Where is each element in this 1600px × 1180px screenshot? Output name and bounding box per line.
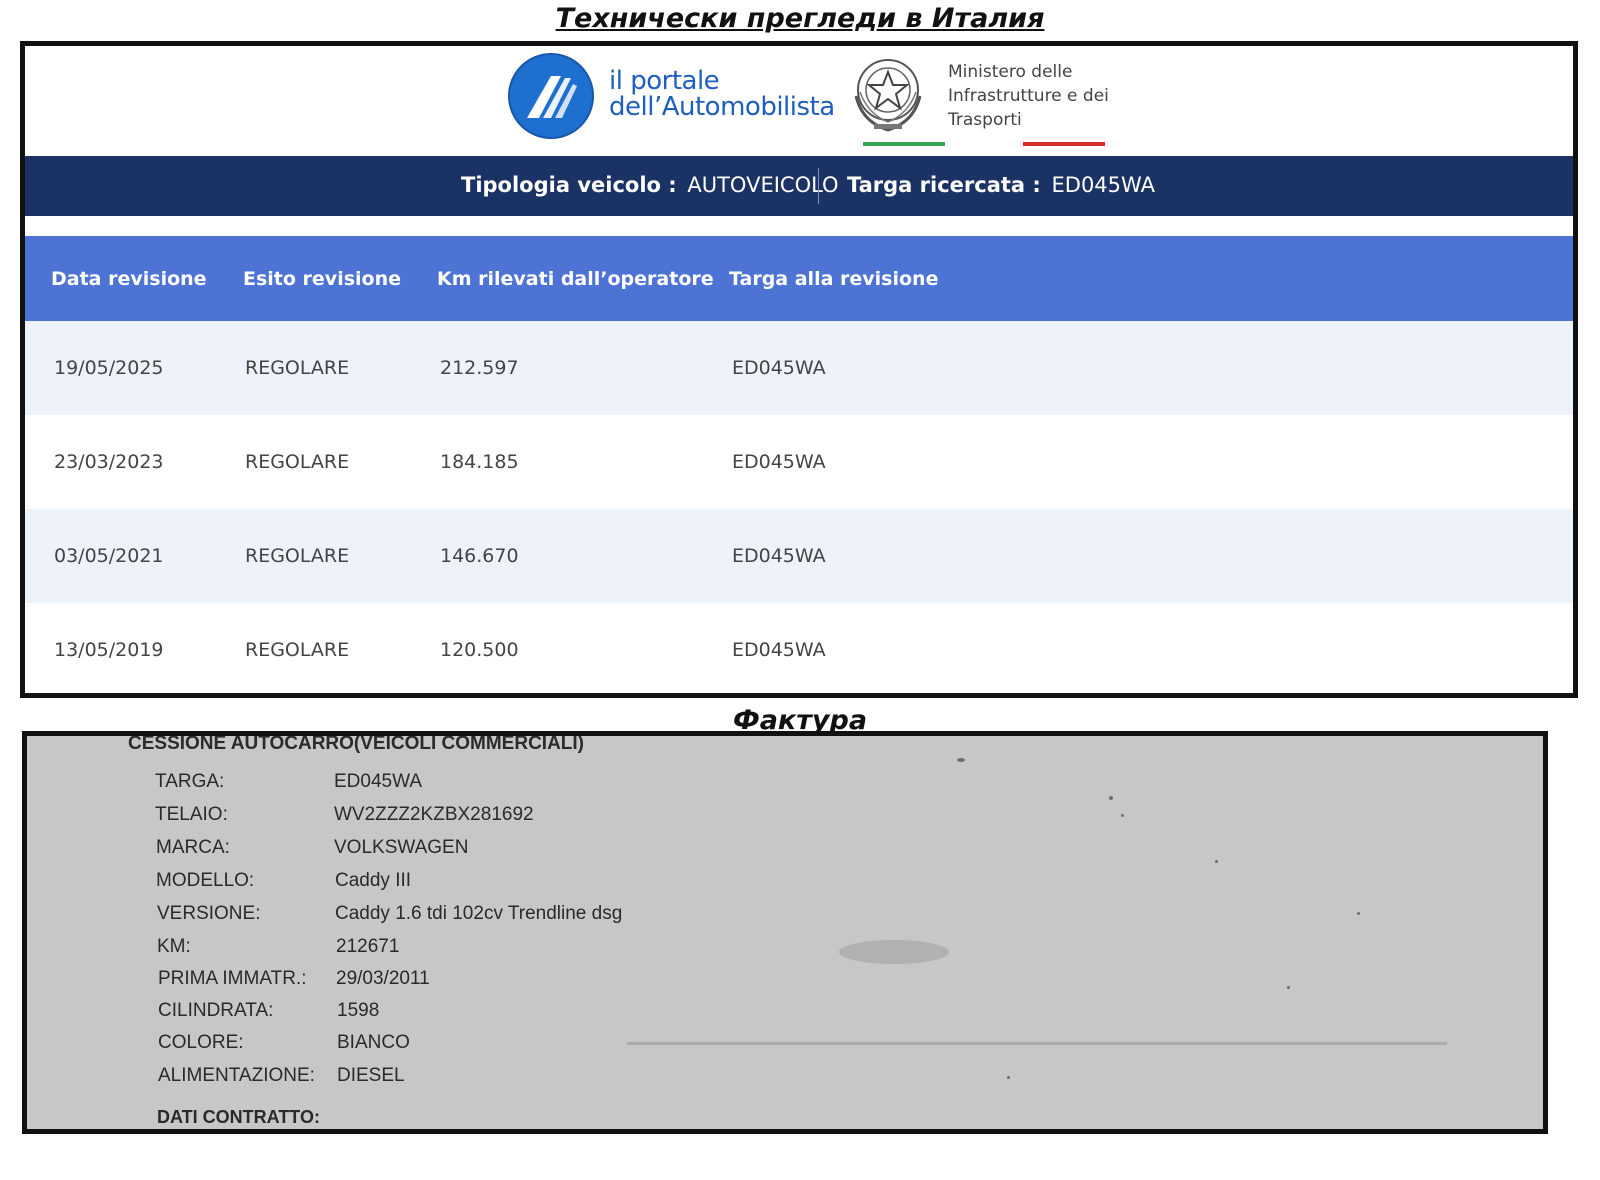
cell-km: 120.500	[440, 639, 519, 661]
invoice-field-label: TELAIO:	[155, 804, 228, 825]
invoice-field-label: TARGA:	[155, 771, 225, 792]
invoice-field-value: Caddy 1.6 tdi 102cv Trendline dsg	[335, 903, 623, 924]
ministero-name: Ministero delle Infrastrutture e dei Tra…	[948, 60, 1109, 132]
vehicle-bar-divider	[818, 168, 819, 204]
cell-outcome: REGOLARE	[245, 451, 350, 473]
invoice-field-value: 1598	[337, 1000, 380, 1021]
ministero-line3: Trasporti	[948, 110, 1022, 130]
column-header-plate: Targa alla revisione	[729, 268, 939, 290]
cell-plate: ED045WA	[732, 357, 826, 379]
flag-stripe-red	[1023, 142, 1105, 146]
invoice-field-label: MARCA:	[156, 837, 230, 858]
searched-plate-label: Targa ricercata :	[847, 173, 1041, 197]
paper-speck	[1007, 1076, 1010, 1079]
paper-streak	[627, 1042, 1447, 1045]
italian-republic-emblem-icon	[854, 59, 922, 132]
vehicle-type-value: AUTOVEICOLO	[687, 173, 839, 197]
invoice-field-label: ALIMENTAZIONE:	[158, 1065, 315, 1086]
paper-speck	[1215, 860, 1218, 863]
inspection-panel: il portale dell’Automobilista Ministero …	[20, 41, 1578, 698]
invoice-field-label: PRIMA IMMATR.:	[158, 968, 307, 989]
column-header-km: Km rilevati dall’operatore	[437, 268, 714, 290]
invoice-heading: CESSIONE AUTOCARRO(VEICOLI COMMERCIALI)	[128, 733, 585, 754]
cell-date: 03/05/2021	[54, 545, 164, 567]
portale-line2: dell’Automobilista	[609, 92, 835, 122]
cell-km: 146.670	[440, 545, 519, 567]
cell-plate: ED045WA	[732, 451, 826, 473]
table-row: 03/05/2021 REGOLARE 146.670 ED045WA	[25, 509, 1573, 603]
invoice-field-value: 212671	[336, 936, 400, 957]
ministero-line1: Ministero delle	[948, 62, 1073, 82]
invoice-field-value: ED045WA	[334, 771, 422, 792]
cell-plate: ED045WA	[732, 545, 826, 567]
invoice-field-label: MODELLO:	[156, 870, 255, 891]
cell-plate: ED045WA	[732, 639, 826, 661]
logo-header: il portale dell’Automobilista Ministero …	[25, 46, 1573, 156]
cell-outcome: REGOLARE	[245, 357, 350, 379]
ministero-line2: Infrastrutture e dei	[948, 86, 1109, 106]
vehicle-type: Tipologia veicolo : AUTOVEICOLO	[461, 173, 839, 197]
column-header-outcome: Esito revisione	[243, 268, 401, 290]
invoice-field-value: Caddy III	[335, 870, 412, 891]
searched-plate-value: ED045WA	[1051, 173, 1156, 197]
paper-smudge	[839, 940, 949, 964]
cell-date: 13/05/2019	[54, 639, 164, 661]
invoice-field-value: 29/03/2011	[336, 968, 430, 989]
invoice-field-value: BIANCO	[337, 1032, 410, 1053]
invoice-field-label: VERSIONE:	[157, 903, 261, 924]
column-header-date: Data revisione	[51, 268, 207, 290]
portale-line1: il portale	[609, 66, 720, 96]
invoice-field-value: WV2ZZZ2KZBX281692	[334, 804, 534, 825]
section-title-inspections: Технически прегледи в Италия	[555, 3, 1045, 34]
invoice-field-label: COLORE:	[158, 1032, 244, 1053]
invoice-field-label: KM:	[157, 936, 191, 957]
vehicle-info-bar: Tipologia veicolo : AUTOVEICOLO Targa ri…	[25, 156, 1573, 216]
cell-date: 19/05/2025	[54, 357, 164, 379]
cell-outcome: REGOLARE	[245, 545, 350, 567]
invoice-field-value: DIESEL	[337, 1065, 405, 1086]
portale-automobilista-logo	[508, 53, 594, 139]
cell-km: 212.597	[440, 357, 519, 379]
paper-speck	[1121, 814, 1124, 817]
cell-outcome: REGOLARE	[245, 639, 350, 661]
vehicle-type-label: Tipologia veicolo :	[461, 173, 677, 197]
invoice-scan: CESSIONE AUTOCARRO(VEICOLI COMMERCIALI) …	[22, 731, 1548, 1134]
table-row: 23/03/2023 REGOLARE 184.185 ED045WA	[25, 415, 1573, 509]
table-row: 19/05/2025 REGOLARE 212.597 ED045WA	[25, 321, 1573, 415]
table-row: 13/05/2019 REGOLARE 120.500 ED045WA	[25, 603, 1573, 693]
flag-stripe-green	[863, 142, 945, 146]
invoice-field-label: CILINDRATA:	[158, 1000, 274, 1021]
invoice-field-value: VOLKSWAGEN	[334, 837, 469, 858]
searched-plate: Targa ricercata : ED045WA	[847, 173, 1155, 197]
revisions-table-header: Data revisione Esito revisione Km rileva…	[25, 236, 1573, 321]
cell-date: 23/03/2023	[54, 451, 164, 473]
paper-speck	[1109, 796, 1113, 800]
paper-speck	[1287, 986, 1290, 989]
paper-speck	[1357, 912, 1360, 915]
contract-heading: DATI CONTRATTO:	[157, 1107, 320, 1127]
cell-km: 184.185	[440, 451, 519, 473]
portale-wordmark: il portale dell’Automobilista	[609, 68, 835, 120]
paper-speck	[957, 758, 965, 762]
